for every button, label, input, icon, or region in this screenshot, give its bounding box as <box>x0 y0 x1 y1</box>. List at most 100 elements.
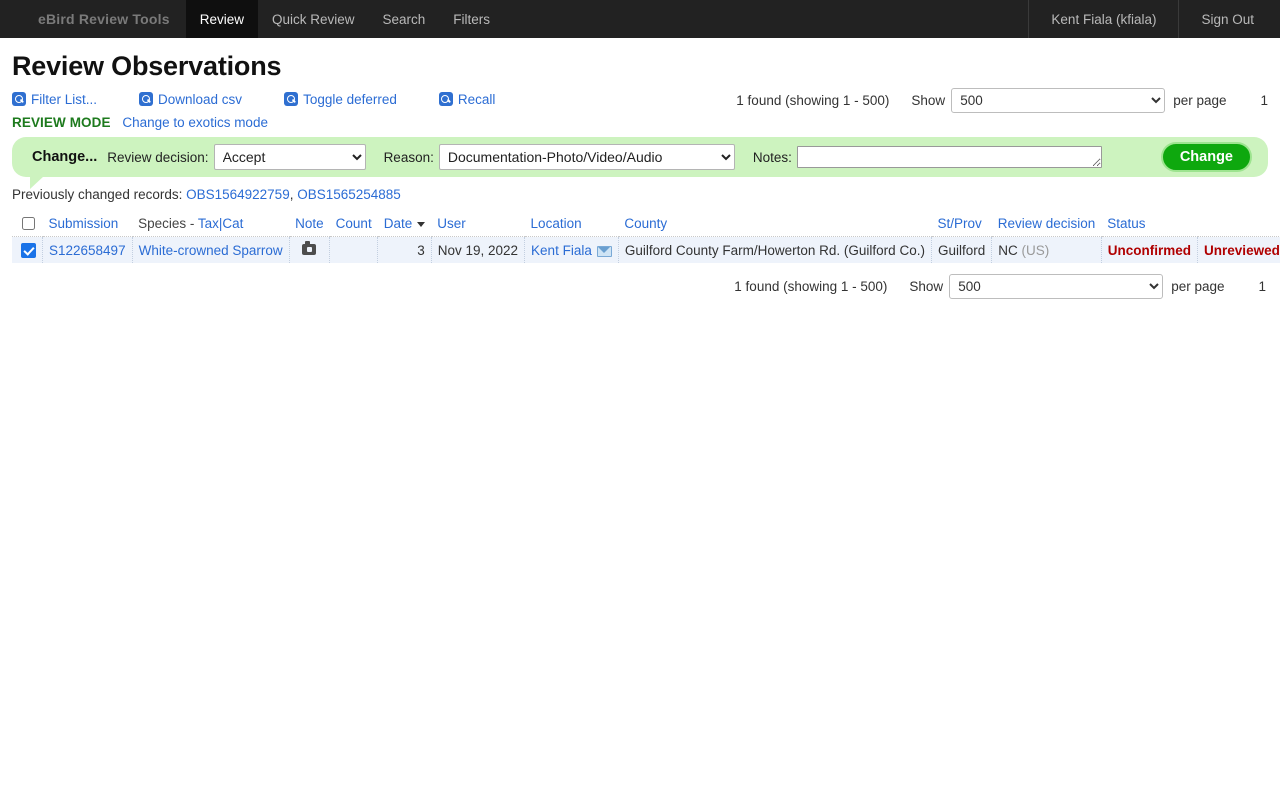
page-number-bottom[interactable]: 1 <box>1258 279 1266 294</box>
column-header-count[interactable]: Count <box>329 214 378 238</box>
review-mode-label: REVIEW MODE <box>12 115 111 130</box>
previously-changed-records: Previously changed records: OBS156492275… <box>12 187 1268 202</box>
cell-review-decision: Unconfirmed <box>1101 236 1199 264</box>
nav-item-search[interactable]: Search <box>369 0 440 38</box>
species-tax-link[interactable]: Tax <box>198 216 219 231</box>
per-page-label-top: per page <box>1173 93 1227 108</box>
change-bar-wrapper: Change... Review decision: Accept Reason… <box>12 137 1268 189</box>
recall-link[interactable]: Recall <box>438 91 496 107</box>
page-number-top[interactable]: 1 <box>1260 93 1268 108</box>
magnifier-icon <box>139 92 154 106</box>
current-user-label[interactable]: Kent Fiala (kfiala) <box>1028 0 1180 38</box>
column-header-county[interactable]: County <box>618 214 932 238</box>
cell-date: Nov 19, 2022 <box>431 236 526 264</box>
results-count-bottom: 1 found (showing 1 - 500) <box>734 279 888 295</box>
per-page-select-top[interactable]: 500 <box>951 88 1166 113</box>
recall-label: Recall <box>457 91 496 107</box>
notes-input[interactable] <box>796 146 1102 168</box>
cell-user: Kent Fiala <box>524 236 619 264</box>
column-header-date[interactable]: Date <box>377 214 432 238</box>
results-count-top: 1 found (showing 1 - 500) <box>736 93 890 108</box>
column-header-stprov[interactable]: St/Prov <box>931 214 992 238</box>
column-header-species[interactable]: Species - Tax|Cat <box>132 214 290 238</box>
table-body: S122658497 White-crowned Sparrow 3 Nov 1… <box>12 236 1280 264</box>
row-select-cell[interactable] <box>12 236 43 264</box>
stprov-country: (US) <box>1021 242 1050 258</box>
magnifier-icon <box>12 92 26 106</box>
top-navigation-bar: eBird Review Tools Review Quick Review S… <box>0 0 1280 38</box>
review-decision-label: Review decision: <box>107 149 209 165</box>
previously-changed-record-1[interactable]: OBS1564922759 <box>186 187 290 202</box>
status-badge: Unreviewed <box>1204 242 1280 258</box>
row-select-checkbox[interactable] <box>21 243 36 259</box>
cell-location: Guilford County Farm/Howerton Rd. (Guilf… <box>618 236 932 264</box>
app-brand: eBird Review Tools <box>38 11 170 27</box>
table-row: S122658497 White-crowned Sparrow 3 Nov 1… <box>12 236 1280 264</box>
filter-list-link[interactable]: Filter List... <box>12 92 97 107</box>
observations-table: Submission Species - Tax|Cat Note Count … <box>12 214 1280 264</box>
cell-status: Unreviewed <box>1197 236 1280 264</box>
column-header-submission[interactable]: Submission <box>42 214 133 238</box>
cell-media <box>289 236 331 264</box>
review-mode-row: REVIEW MODE Change to exotics mode <box>12 115 1268 130</box>
notes-label: Notes: <box>752 149 792 165</box>
nav-item-filters[interactable]: Filters <box>439 0 504 38</box>
column-header-note[interactable]: Note <box>289 214 330 238</box>
magnifier-icon <box>284 92 299 106</box>
change-panel-title: Change... <box>32 149 98 165</box>
table-header-row: Submission Species - Tax|Cat Note Count … <box>12 214 1280 238</box>
table-header: Submission Species - Tax|Cat Note Count … <box>12 214 1280 238</box>
column-header-review-decision[interactable]: Review decision <box>991 214 1102 238</box>
user-link[interactable]: Kent Fiala <box>531 243 592 258</box>
cell-stprov: NC (US) <box>991 236 1102 264</box>
nav-item-quick-review[interactable]: Quick Review <box>258 0 369 38</box>
stprov-value: NC <box>998 242 1018 258</box>
sign-out-button[interactable]: Sign Out <box>1179 0 1280 38</box>
pagination-top: 1 found (showing 1 - 500) Show 500 per p… <box>736 88 1268 113</box>
nav-item-review[interactable]: Review <box>185 0 258 38</box>
review-decision-value: Unconfirmed <box>1107 242 1192 258</box>
download-csv-label: Download csv <box>158 91 243 107</box>
magnifier-icon <box>438 92 453 106</box>
action-links-row: Filter List... Download csv Toggle defer… <box>12 88 1268 113</box>
cell-species: White-crowned Sparrow <box>132 236 290 264</box>
panel-pointer <box>30 176 44 189</box>
camera-icon[interactable] <box>302 241 317 255</box>
select-all-checkbox[interactable] <box>22 217 35 231</box>
column-header-user[interactable]: User <box>431 214 525 238</box>
submission-link[interactable]: S122658497 <box>49 243 126 258</box>
page-title: Review Observations <box>12 51 282 81</box>
change-panel: Change... Review decision: Accept Reason… <box>12 137 1268 189</box>
species-link[interactable]: White-crowned Sparrow <box>139 243 283 258</box>
filter-list-label: Filter List... <box>31 91 98 107</box>
per-page-label-bottom: per page <box>1171 279 1225 295</box>
species-header-label: Species - <box>138 216 198 232</box>
show-label-top: Show <box>911 93 946 108</box>
cell-submission: S122658497 <box>42 236 133 264</box>
cell-note <box>329 236 379 264</box>
page-content: Review Observations Filter List... Downl… <box>0 51 1280 300</box>
column-header-status[interactable]: Status <box>1101 214 1198 238</box>
show-label-bottom: Show <box>909 279 944 295</box>
sort-descending-icon <box>417 222 426 228</box>
review-decision-select[interactable]: Accept <box>213 144 366 170</box>
change-button[interactable]: Change <box>1160 142 1252 172</box>
envelope-icon[interactable] <box>596 245 612 257</box>
toggle-deferred-link[interactable]: Toggle deferred <box>284 92 397 107</box>
cell-county: Guilford <box>931 236 993 264</box>
species-cat-link[interactable]: Cat <box>222 216 243 231</box>
per-page-select-bottom[interactable]: 500 <box>949 274 1164 300</box>
column-header-location[interactable]: Location <box>524 214 619 238</box>
cell-count: 3 <box>377 236 432 264</box>
previously-changed-record-2[interactable]: OBS1565254885 <box>297 187 401 202</box>
download-csv-link[interactable]: Download csv <box>139 92 242 107</box>
change-to-exotics-mode-link[interactable]: Change to exotics mode <box>122 115 268 130</box>
toggle-deferred-label: Toggle deferred <box>303 91 397 107</box>
date-header-label: Date <box>383 216 413 232</box>
reason-select[interactable]: Documentation-Photo/Video/Audio <box>438 144 735 170</box>
pagination-bottom: 1 found (showing 1 - 500) Show 500 per p… <box>12 274 1268 300</box>
column-header-tools <box>1197 214 1280 238</box>
select-all-header[interactable] <box>12 214 43 238</box>
previously-changed-label: Previously changed records: <box>12 187 183 202</box>
